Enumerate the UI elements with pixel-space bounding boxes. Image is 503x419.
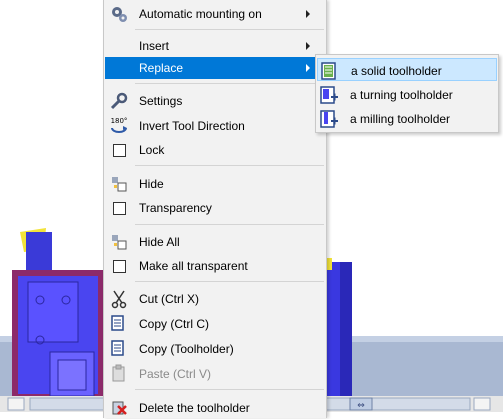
menu-item-label: Invert Tool Direction	[139, 119, 245, 133]
solid-toolholder-icon	[320, 61, 340, 81]
menu-item-label: Insert	[139, 39, 170, 53]
menu-item-automatic-mounting[interactable]: Automatic mounting on	[105, 3, 325, 25]
menu-item-label: Automatic mounting on	[139, 7, 262, 21]
menu-item-label: Copy (Ctrl C)	[139, 317, 210, 331]
context-menu: Automatic mounting on Insert Replace Set…	[103, 0, 327, 418]
transparency-checkbox[interactable]	[112, 201, 126, 215]
submenu-item-turning-toolholder[interactable]: a turning toolholder	[317, 83, 497, 106]
submenu-arrow-icon	[306, 42, 310, 50]
delete-icon	[108, 398, 130, 418]
menu-item-cut[interactable]: Cut (Ctrl X)	[105, 288, 325, 310]
gear-icon	[108, 4, 130, 24]
paste-icon	[108, 364, 130, 384]
rotate-180-icon: 180°	[108, 116, 130, 136]
right-tool-edge	[340, 262, 352, 400]
copy-icon	[108, 339, 130, 359]
menu-item-label: Cut (Ctrl X)	[139, 292, 199, 306]
menu-separator	[135, 83, 324, 84]
menu-item-paste[interactable]: Paste (Ctrl V)	[105, 363, 325, 385]
menu-separator	[135, 224, 324, 225]
copy-icon	[108, 314, 130, 334]
menu-item-copy[interactable]: Copy (Ctrl C)	[105, 313, 325, 335]
make-all-transparent-checkbox[interactable]	[112, 259, 126, 273]
menu-item-label: Lock	[139, 143, 165, 157]
menu-item-invert-tool-direction[interactable]: 180° Invert Tool Direction	[105, 115, 325, 137]
menu-separator	[135, 29, 324, 30]
turret-inner-block	[27, 281, 79, 343]
hide-all-icon	[108, 232, 130, 252]
submenu-item-milling-toolholder[interactable]: a milling toolholder	[317, 107, 497, 130]
replace-submenu: a solid toolholder a turning toolholder …	[315, 54, 499, 133]
menu-item-make-all-transparent[interactable]: Make all transparent	[105, 255, 325, 277]
menu-separator	[135, 389, 324, 390]
svg-text:180°: 180°	[111, 117, 128, 125]
wrench-icon	[108, 91, 130, 111]
submenu-arrow-icon	[306, 10, 310, 18]
milling-toolholder-icon	[319, 109, 339, 129]
scroll-left-button[interactable]	[7, 397, 25, 411]
menu-item-label: Copy (Toolholder)	[139, 342, 234, 356]
menu-item-copy-toolholder[interactable]: Copy (Toolholder)	[105, 338, 325, 360]
menu-item-label: Hide All	[139, 235, 180, 249]
lock-checkbox[interactable]	[112, 143, 126, 157]
scissors-icon	[108, 289, 130, 309]
menu-item-label: Transparency	[139, 201, 212, 215]
submenu-item-label: a milling toolholder	[350, 112, 451, 126]
submenu-arrow-icon	[306, 64, 310, 72]
menu-item-label: Replace	[139, 61, 184, 75]
menu-item-label: Hide	[139, 177, 164, 191]
menu-item-label: Delete the toolholder	[139, 401, 250, 415]
turret-grill	[57, 359, 87, 391]
menu-item-hide[interactable]: Hide	[105, 173, 325, 195]
turning-toolholder-icon	[319, 85, 339, 105]
menu-item-lock[interactable]: Lock	[105, 139, 325, 161]
submenu-item-label: a solid toolholder	[351, 64, 442, 78]
menu-separator	[135, 281, 324, 282]
scroll-right-button[interactable]	[473, 397, 491, 411]
scrollbar-grip-icon: ⇔	[357, 401, 365, 411]
menu-item-settings[interactable]: Settings	[105, 90, 325, 112]
hide-icon	[108, 174, 130, 194]
menu-separator	[135, 165, 324, 166]
menu-item-delete-toolholder[interactable]: Delete the toolholder	[105, 397, 325, 419]
menu-item-label: Settings	[139, 94, 183, 108]
menu-item-transparency[interactable]: Transparency	[105, 197, 325, 219]
menu-item-label: Paste (Ctrl V)	[139, 367, 212, 381]
submenu-item-solid-toolholder[interactable]: a solid toolholder	[317, 58, 497, 81]
menu-item-insert[interactable]: Insert	[105, 35, 325, 57]
menu-item-replace[interactable]: Replace	[105, 57, 325, 79]
menu-item-hide-all[interactable]: Hide All	[105, 231, 325, 253]
submenu-item-label: a turning toolholder	[350, 88, 453, 102]
menu-item-label: Make all transparent	[139, 259, 248, 273]
